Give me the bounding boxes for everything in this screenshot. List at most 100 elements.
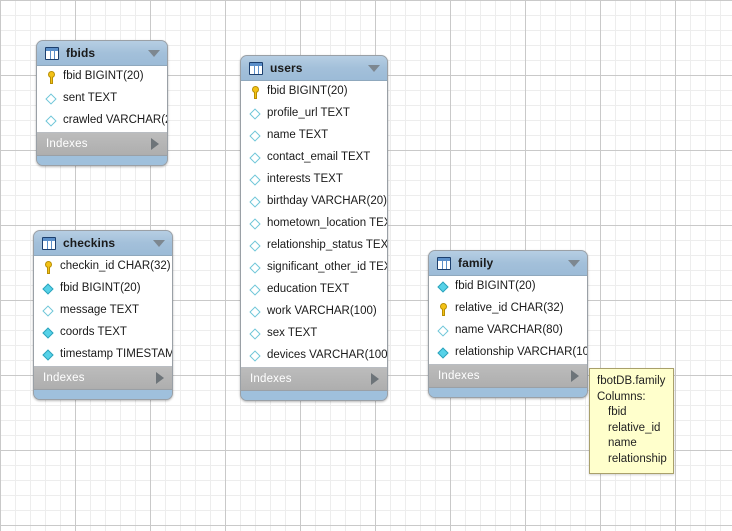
column-label: hometown_location TEXT <box>267 217 388 230</box>
column-row[interactable]: fbid BIGINT(20) <box>37 66 167 88</box>
column-label: relative_id CHAR(32) <box>455 302 564 315</box>
tooltip-column-name: relationship <box>608 452 667 465</box>
column-row[interactable]: hometown_location TEXT <box>241 213 387 235</box>
chevron-down-icon[interactable] <box>153 239 165 247</box>
column-row[interactable]: devices VARCHAR(100) <box>241 345 387 367</box>
column-label: profile_url TEXT <box>267 107 350 120</box>
column-row[interactable]: fbid BIGINT(20) <box>34 278 172 300</box>
chevron-right-icon[interactable] <box>156 372 164 384</box>
chevron-right-icon[interactable] <box>371 373 379 385</box>
chevron-right-icon[interactable] <box>151 138 159 150</box>
indexes-section-users[interactable]: Indexes <box>241 368 387 391</box>
table-name-label: family <box>458 256 494 270</box>
column-row[interactable]: relative_id CHAR(32) <box>429 298 587 320</box>
indexes-label: Indexes <box>46 138 88 150</box>
column-list-checkins: checkin_id CHAR(32) fbid BIGINT(20) messag… <box>34 256 172 367</box>
indexes-label: Indexes <box>250 373 292 385</box>
table-icon <box>45 46 59 60</box>
diamond-filled-icon <box>42 327 55 340</box>
column-row[interactable]: interests TEXT <box>241 169 387 191</box>
table-card-users[interactable]: users fbid BIGINT(20) profile_url TEXT name… <box>240 55 388 401</box>
table-header-fbids[interactable]: fbids <box>37 41 167 66</box>
column-label: name TEXT <box>267 129 329 142</box>
column-label: relationship VARCHAR(100) <box>455 346 588 359</box>
table-card-fbids[interactable]: fbids fbid BIGINT(20) sent TEXT crawled VAR… <box>36 40 168 166</box>
table-header-family[interactable]: family <box>429 251 587 276</box>
column-label: birthday VARCHAR(20) <box>267 195 387 208</box>
tooltip-column-name: relative_id <box>608 421 661 434</box>
diamond-hollow-icon <box>249 152 262 165</box>
diamond-hollow-icon <box>45 93 58 106</box>
column-row[interactable]: crawled VARCHAR(20) <box>37 110 167 132</box>
column-label: fbid BIGINT(20) <box>60 282 141 295</box>
diamond-hollow-icon <box>249 218 262 231</box>
column-label: sent TEXT <box>63 92 118 105</box>
column-row[interactable]: timestamp TIMESTAMP <box>34 344 172 366</box>
card-bottom-strip <box>37 156 167 165</box>
column-label: fbid BIGINT(20) <box>63 70 144 83</box>
diamond-hollow-icon <box>437 325 450 338</box>
column-label: devices VARCHAR(100) <box>267 349 388 362</box>
column-row[interactable]: birthday VARCHAR(20) <box>241 191 387 213</box>
column-row[interactable]: sex TEXT <box>241 323 387 345</box>
table-card-checkins[interactable]: checkins checkin_id CHAR(32) fbid BIGINT(2… <box>33 230 173 400</box>
diamond-hollow-icon <box>249 108 262 121</box>
tooltip-columns-label: Columns: <box>597 390 646 403</box>
column-list-users: fbid BIGINT(20) profile_url TEXT name TEXT… <box>241 81 387 368</box>
tooltip-column-name: name <box>608 437 637 449</box>
table-icon <box>249 61 263 75</box>
chevron-down-icon[interactable] <box>148 49 160 57</box>
column-row[interactable]: profile_url TEXT <box>241 103 387 125</box>
table-card-family[interactable]: family fbid BIGINT(20) relative_id CHAR(32… <box>428 250 588 398</box>
column-list-fbids: fbid BIGINT(20) sent TEXT crawled VARCHAR(… <box>37 66 167 133</box>
table-tooltip: fbotDB.family Columns: fbid relative_id name… <box>589 368 674 474</box>
table-icon <box>437 256 451 270</box>
column-label: contact_email TEXT <box>267 151 371 164</box>
table-name-label: fbids <box>66 46 96 60</box>
column-row[interactable]: fbid BIGINT(20) <box>429 276 587 298</box>
diamond-hollow-icon <box>45 115 58 128</box>
column-row[interactable]: message TEXT <box>34 300 172 322</box>
diamond-hollow-icon <box>249 306 262 319</box>
diamond-hollow-icon <box>249 262 262 275</box>
column-row[interactable]: relationship_status TEXT <box>241 235 387 257</box>
column-row[interactable]: work VARCHAR(100) <box>241 301 387 323</box>
column-label: interests TEXT <box>267 173 343 186</box>
card-bottom-strip <box>241 391 387 400</box>
diamond-filled-icon <box>437 281 450 294</box>
column-row[interactable]: name TEXT <box>241 125 387 147</box>
table-header-users[interactable]: users <box>241 56 387 81</box>
indexes-section-fbids[interactable]: Indexes <box>37 133 167 156</box>
diamond-hollow-icon <box>249 284 262 297</box>
column-row[interactable]: checkin_id CHAR(32) <box>34 256 172 278</box>
indexes-label: Indexes <box>43 372 85 384</box>
table-name-label: checkins <box>63 236 116 250</box>
chevron-down-icon[interactable] <box>568 259 580 267</box>
key-icon <box>45 70 58 84</box>
column-row[interactable]: contact_email TEXT <box>241 147 387 169</box>
table-header-checkins[interactable]: checkins <box>34 231 172 256</box>
indexes-label: Indexes <box>438 370 480 382</box>
column-row[interactable]: significant_other_id TEXT <box>241 257 387 279</box>
column-row[interactable]: fbid BIGINT(20) <box>241 81 387 103</box>
column-label: name VARCHAR(80) <box>455 324 563 337</box>
key-icon <box>42 260 55 274</box>
column-row[interactable]: relationship VARCHAR(100) <box>429 342 587 364</box>
card-bottom-strip <box>429 388 587 397</box>
table-name-label: users <box>270 61 303 75</box>
chevron-right-icon[interactable] <box>571 370 579 382</box>
column-row[interactable]: coords TEXT <box>34 322 172 344</box>
indexes-section-family[interactable]: Indexes <box>429 365 587 388</box>
diamond-filled-icon <box>42 283 55 296</box>
diamond-filled-icon <box>42 349 55 362</box>
diamond-hollow-icon <box>249 174 262 187</box>
diamond-hollow-icon <box>249 350 262 363</box>
column-row[interactable]: education TEXT <box>241 279 387 301</box>
column-row[interactable]: name VARCHAR(80) <box>429 320 587 342</box>
column-label: timestamp TIMESTAMP <box>60 348 173 361</box>
indexes-section-checkins[interactable]: Indexes <box>34 367 172 390</box>
column-row[interactable]: sent TEXT <box>37 88 167 110</box>
chevron-down-icon[interactable] <box>368 64 380 72</box>
tooltip-column-name: fbid <box>608 406 627 418</box>
column-label: message TEXT <box>60 304 140 317</box>
